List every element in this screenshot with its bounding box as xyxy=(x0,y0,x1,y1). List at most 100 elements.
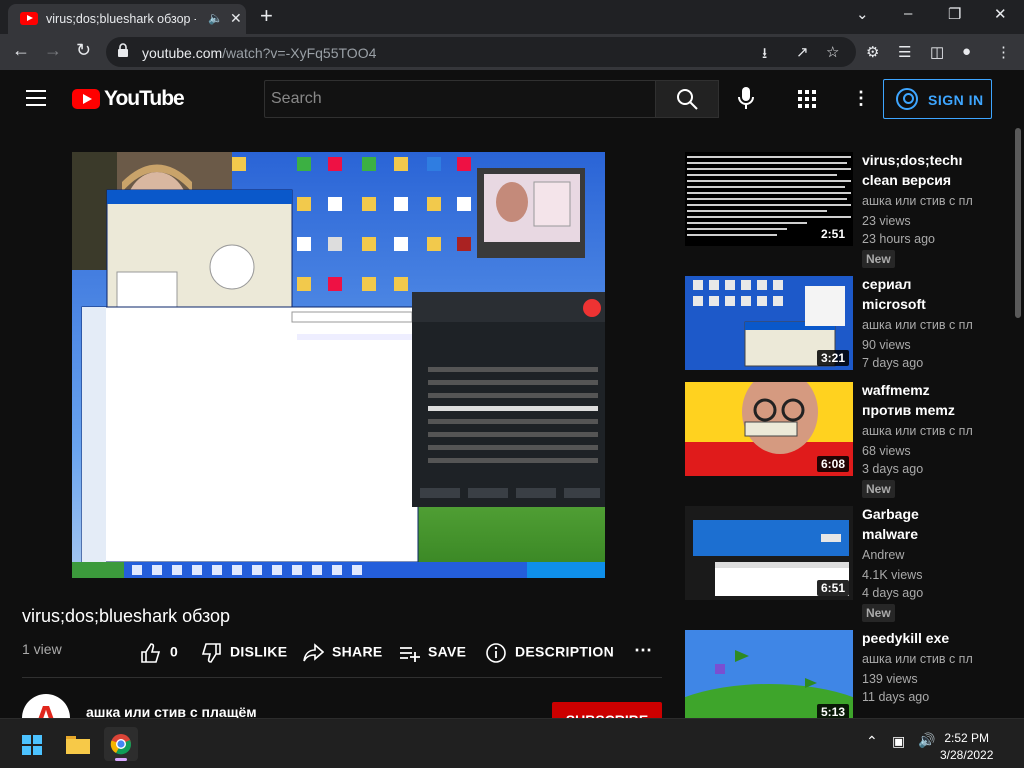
recommendation-age: 23 hours ago xyxy=(862,232,935,246)
recommendation-item[interactable]: 5:13 peedykill exe ашка или стив с плащё… xyxy=(685,630,985,726)
media-queue-icon[interactable]: ☰ xyxy=(898,43,911,61)
dislike-button[interactable]: DISLIKE xyxy=(200,642,287,664)
save-label: SAVE xyxy=(428,643,467,660)
recommendation-channel[interactable]: ашка или стив с плащём xyxy=(862,652,972,666)
video-player[interactable] xyxy=(72,152,605,578)
search-box[interactable] xyxy=(264,80,656,118)
more-actions-icon[interactable]: ⋯ xyxy=(634,640,652,661)
info-icon xyxy=(486,643,506,663)
recommendation-channel[interactable]: ашка или стив с плащём xyxy=(862,318,972,332)
bookmark-star-icon[interactable]: ☆ xyxy=(826,43,839,61)
sign-in-button[interactable]: SIGN IN xyxy=(883,79,992,119)
search-input[interactable] xyxy=(271,81,641,117)
video-duration: 6:08 xyxy=(816,456,849,472)
browser-toolbar: ← → ↻ youtube.com/watch?v=-XyFq55TOO4 ⭳ … xyxy=(0,34,1024,70)
account-circle-icon xyxy=(896,88,918,110)
view-count: 1 view xyxy=(22,641,62,657)
recommendation-item[interactable]: 3:21 сериал microsoft agent ашка или сти… xyxy=(685,276,985,372)
hamburger-menu-icon[interactable] xyxy=(26,90,46,106)
video-duration: 6:51 xyxy=(816,580,849,596)
recommendation-title[interactable]: virus;dos;techno clean версия xyxy=(862,150,962,190)
share-page-icon[interactable]: ↗ xyxy=(796,43,809,61)
description-button[interactable]: DESCRIPTION xyxy=(485,642,614,664)
video-duration: 3:21 xyxy=(816,350,849,366)
new-badge: New xyxy=(862,480,895,498)
close-tab-icon[interactable]: ✕ xyxy=(230,10,242,27)
back-button[interactable]: ← xyxy=(12,40,30,61)
video-thumbnail[interactable]: 5:13 xyxy=(685,630,853,724)
chrome-icon xyxy=(110,734,131,755)
browser-tab[interactable]: virus;dos;blueshark обзор - YouTube 🔈 ✕ xyxy=(8,4,246,34)
recommendation-views: 90 views xyxy=(862,338,911,352)
save-button[interactable]: SAVE xyxy=(398,642,466,664)
video-title: virus;dos;blueshark обзор xyxy=(22,606,231,626)
network-icon[interactable]: ▣ xyxy=(892,733,905,750)
add-to-playlist-icon xyxy=(400,647,420,662)
youtube-favicon-icon xyxy=(20,12,38,25)
scrollbar-thumb[interactable] xyxy=(1015,128,1021,318)
volume-icon[interactable]: 🔊 xyxy=(918,732,935,749)
new-tab-button[interactable]: + xyxy=(260,3,273,29)
profile-icon[interactable]: ● xyxy=(962,43,971,60)
tray-chevron-up-icon[interactable]: ⌃ xyxy=(866,733,878,750)
recommendation-age: 11 days ago xyxy=(862,690,930,704)
lock-icon xyxy=(118,43,128,57)
recommendation-views: 139 views xyxy=(862,672,918,686)
close-window-button[interactable]: ✕ xyxy=(994,5,1007,23)
recommendation-title[interactable]: peedykill exe xyxy=(862,628,962,648)
share-button[interactable]: SHARE xyxy=(302,642,383,664)
recommendation-item[interactable]: 6:08 waffmemz против memz ашка или стив … xyxy=(685,380,985,498)
video-duration: 2:51 xyxy=(816,226,849,242)
youtube-wordmark: YouTube xyxy=(104,87,185,110)
video-thumbnail[interactable]: 6:08 xyxy=(685,382,853,476)
speaker-icon[interactable]: 🔈 xyxy=(208,11,223,25)
recommendation-item[interactable]: 2:51 virus;dos;techno clean версия ашка … xyxy=(685,150,985,268)
taskbar-clock[interactable]: 2:52 PM 3/28/2022 xyxy=(940,730,993,764)
search-button[interactable] xyxy=(655,80,719,118)
minimize-button[interactable]: – xyxy=(904,5,912,22)
video-thumbnail[interactable]: 3:21 xyxy=(685,276,853,370)
address-bar[interactable]: youtube.com/watch?v=-XyFq55TOO4 xyxy=(106,37,856,67)
extensions-icon[interactable]: ⚙ xyxy=(866,43,879,61)
dislike-label: DISLIKE xyxy=(230,643,288,660)
recommendation-item[interactable]: 6:51 Garbage malware Andrew 4.1K views 4… xyxy=(685,504,985,622)
settings-more-icon[interactable]: ⋮ xyxy=(852,88,870,109)
recommendation-views: 4.1K views xyxy=(862,568,923,582)
recommendation-age: 7 days ago xyxy=(862,356,924,370)
recommendation-channel[interactable]: ашка или стив с плащём xyxy=(862,194,972,208)
file-explorer-icon[interactable] xyxy=(66,734,90,754)
active-app-indicator xyxy=(115,758,127,761)
recommendation-title[interactable]: сериал microsoft agent xyxy=(862,274,962,314)
restore-button[interactable]: ❐ xyxy=(948,5,961,23)
video-thumbnail[interactable]: 2:51 xyxy=(685,152,853,246)
apps-grid-icon[interactable] xyxy=(798,90,816,108)
recommendation-views: 68 views xyxy=(862,444,911,458)
share-label: SHARE xyxy=(332,643,383,660)
recommendation-title[interactable]: Garbage malware xyxy=(862,504,962,544)
clock-time: 2:52 PM xyxy=(944,731,990,745)
tab-search-chevron-down-icon[interactable]: ⌄ xyxy=(856,5,869,23)
video-thumbnail[interactable]: 6:51 xyxy=(685,506,853,600)
reload-button[interactable]: ↻ xyxy=(76,40,91,61)
browser-menu-icon[interactable]: ⋮ xyxy=(996,43,1011,61)
chrome-taskbar-button[interactable] xyxy=(104,727,138,761)
recommendation-views: 23 views xyxy=(862,214,911,228)
windows-start-icon[interactable] xyxy=(22,735,42,755)
new-badge: New xyxy=(862,250,895,268)
recommendation-age: 3 days ago xyxy=(862,462,924,476)
description-label: DESCRIPTION xyxy=(515,643,614,660)
thumbs-down-icon xyxy=(201,643,221,663)
microphone-icon[interactable] xyxy=(736,86,756,110)
url-domain: youtube.com xyxy=(142,45,223,61)
recommendation-title[interactable]: waffmemz против memz xyxy=(862,380,962,420)
tab-title: virus;dos;blueshark обзор - YouTube xyxy=(46,12,196,26)
url-path: /watch?v=-XyFq55TOO4 xyxy=(222,45,377,61)
recommendation-channel[interactable]: Andrew xyxy=(862,548,972,562)
forward-button[interactable]: → xyxy=(44,40,62,61)
clock-date: 3/28/2022 xyxy=(940,748,994,762)
install-app-icon[interactable]: ⭳ xyxy=(762,43,767,68)
side-panel-icon[interactable]: ◫ xyxy=(930,43,944,61)
like-button[interactable]: 0 xyxy=(140,642,178,664)
browser-tab-bar: virus;dos;blueshark обзор - YouTube 🔈 ✕ … xyxy=(0,0,1024,34)
recommendation-channel[interactable]: ашка или стив с плащём xyxy=(862,424,972,438)
